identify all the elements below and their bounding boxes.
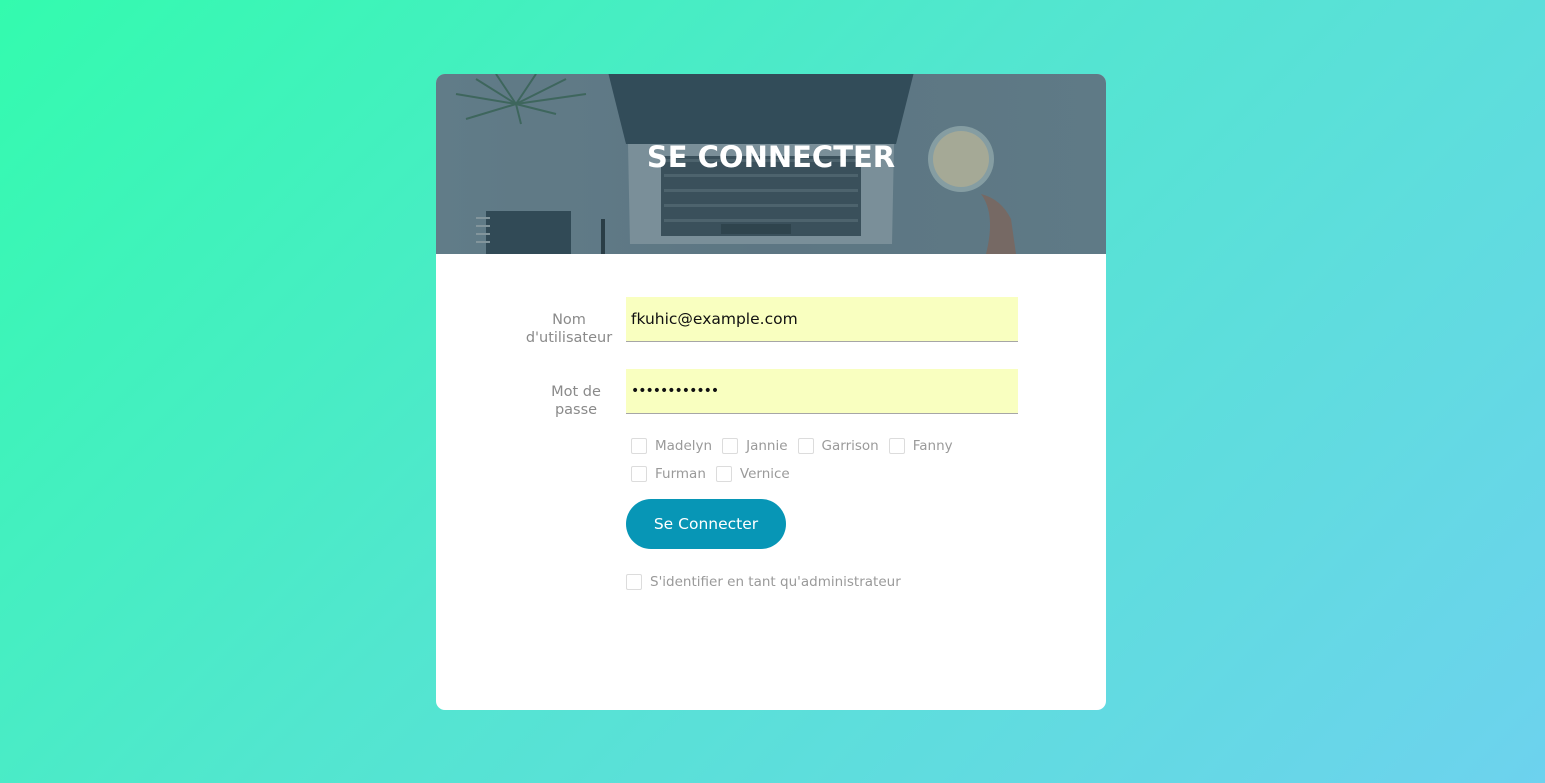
checkbox-row-2: Furman Vernice	[631, 466, 800, 482]
checkbox-jannie[interactable]	[722, 438, 739, 454]
hero-banner: SE CONNECTER	[436, 74, 1106, 254]
username-label-line1: Nom	[552, 312, 586, 328]
username-input[interactable]	[626, 297, 1018, 342]
login-card: SE CONNECTER Nom d'utilisateur Mot de pa…	[436, 74, 1106, 710]
checkbox-fanny[interactable]	[888, 438, 905, 454]
page-title: SE CONNECTER	[646, 140, 896, 174]
checkbox-furman[interactable]	[631, 466, 647, 482]
password-label: Mot de passe	[521, 383, 631, 419]
checkbox-garrison[interactable]	[797, 438, 814, 454]
admin-checkbox[interactable]	[626, 574, 642, 590]
checkbox-label-jannie: Jannie	[746, 438, 788, 454]
password-input[interactable]: ••••••••••••	[626, 369, 1018, 414]
checkbox-label-madelyn: Madelyn	[655, 438, 713, 454]
checkbox-row-1: Madelyn Jannie Garrison Fanny	[631, 438, 963, 454]
password-label-line1: Mot de	[551, 384, 601, 400]
login-button[interactable]: Se Connecter	[626, 499, 786, 549]
checkbox-madelyn[interactable]	[631, 438, 647, 454]
admin-login-option: S'identifier en tant qu'administrateur	[626, 574, 911, 590]
checkbox-label-vernice: Vernice	[739, 466, 790, 482]
username-label-line2: d'utilisateur	[525, 330, 613, 346]
checkbox-vernice[interactable]	[715, 466, 732, 482]
checkbox-label-garrison: Garrison	[821, 438, 879, 454]
checkbox-label-furman: Furman	[655, 466, 706, 482]
username-label: Nom d'utilisateur	[514, 311, 624, 347]
checkbox-label-fanny: Fanny	[912, 438, 953, 454]
admin-checkbox-label: S'identifier en tant qu'administrateur	[650, 574, 901, 590]
password-label-line2: passe	[554, 402, 598, 418]
